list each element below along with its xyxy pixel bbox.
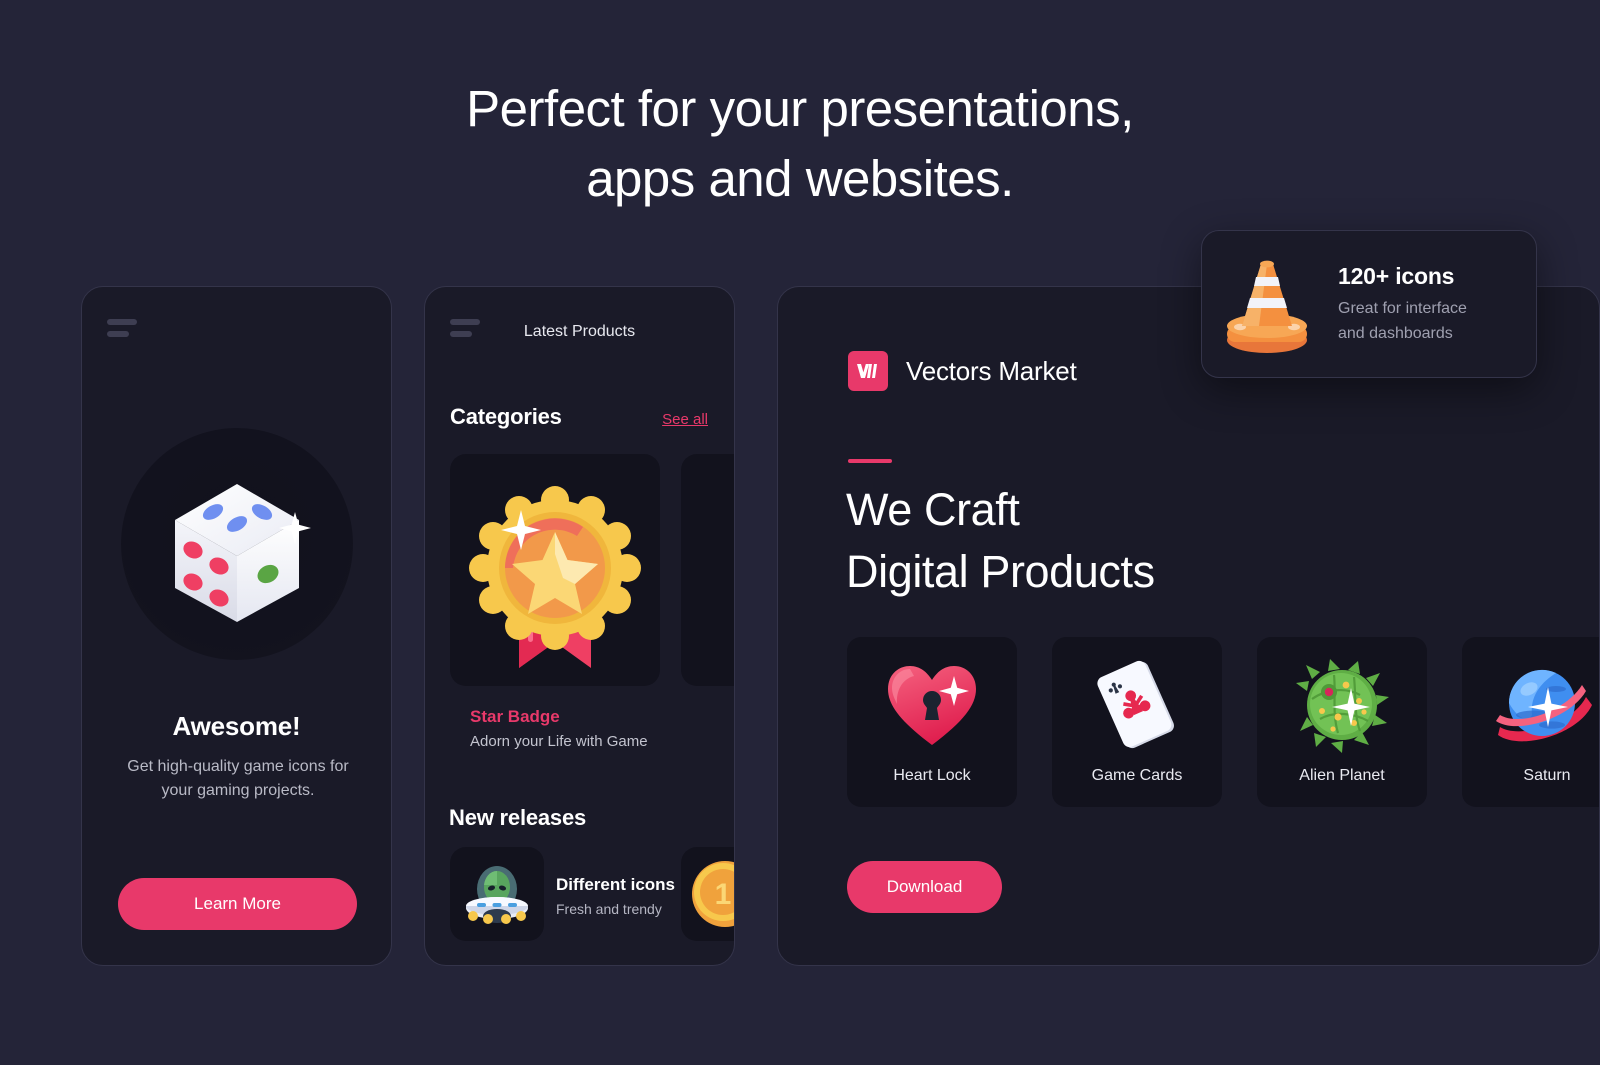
hamburger-icon[interactable]	[107, 319, 137, 337]
product-tile-alien-planet[interactable]: Alien Planet	[1257, 637, 1427, 807]
vectors-market-card: Vectors Market We Craft Digital Products	[777, 286, 1600, 966]
see-all-link[interactable]: See all	[662, 411, 708, 428]
page-title: Perfect for your presentations, apps and…	[0, 74, 1600, 214]
page-title-line-2: apps and websites.	[586, 150, 1014, 207]
icons-count-subtitle-line-1: Great for interface	[1338, 299, 1467, 317]
awesome-description: Get high-quality game icons for your gam…	[127, 758, 349, 799]
icons-count-text: 120+ icons Great for interface and dashb…	[1332, 263, 1467, 346]
saturn-icon	[1462, 655, 1599, 755]
icons-count-subtitle-line-2: and dashboards	[1338, 324, 1453, 342]
learn-more-button[interactable]: Learn More	[118, 878, 357, 930]
game-cards-icon	[1052, 655, 1222, 755]
vm-mark-icon	[857, 364, 877, 378]
product-tile-heart-lock[interactable]: Heart Lock	[847, 637, 1017, 807]
svg-text:1: 1	[715, 878, 732, 911]
release-subtitle: Fresh and trendy	[556, 901, 662, 917]
category-tile[interactable]	[681, 454, 734, 686]
market-heading: We Craft Digital Products	[846, 479, 1155, 603]
traffic-cone-icon	[1202, 252, 1332, 356]
heart-lock-icon	[847, 655, 1017, 755]
product-tile-game-cards[interactable]: Game Cards	[1052, 637, 1222, 807]
market-heading-line-1: We Craft	[846, 484, 1020, 535]
product-tile-label: Alien Planet	[1299, 767, 1385, 784]
download-button[interactable]: Download	[847, 861, 1002, 913]
dice-icon-backdrop	[120, 428, 353, 660]
product-tile-label: Saturn	[1523, 767, 1571, 784]
new-releases-heading: New releases	[449, 805, 587, 830]
page-title-line-1: Perfect for your presentations,	[466, 80, 1134, 137]
product-tile-label: Heart Lock	[893, 767, 971, 784]
accent-divider	[848, 459, 892, 463]
brand-name: Vectors Market	[906, 355, 1077, 386]
latest-products-header: Latest Products	[523, 323, 636, 340]
latest-products-card: Latest Products Categories See all Star …	[424, 286, 735, 966]
category-subtitle: Adorn your Life with Game	[470, 733, 648, 750]
ufo-alien-icon	[466, 866, 528, 924]
awesome-card: Awesome! Get high-quality game icons for…	[81, 286, 392, 966]
brand-row: Vectors Market	[848, 351, 1077, 391]
category-tile[interactable]	[450, 454, 660, 686]
release-title: Different icons	[556, 875, 676, 894]
page-root: Perfect for your presentations, apps and…	[0, 0, 1600, 1065]
category-name: Star Badge	[470, 707, 560, 726]
alien-planet-icon	[1257, 655, 1427, 755]
star-badge-icon	[469, 486, 641, 668]
icons-count-subtitle: Great for interface and dashboards	[1338, 296, 1467, 346]
vectors-market-logo	[848, 351, 888, 391]
product-tile-label: Game Cards	[1091, 767, 1183, 784]
dice-icon	[174, 484, 311, 622]
icons-count-title: 120+ icons	[1338, 262, 1455, 289]
release-thumbnail[interactable]	[450, 847, 544, 941]
market-heading-line-2: Digital Products	[846, 546, 1155, 597]
awesome-title: Awesome!	[172, 711, 301, 741]
release-thumbnail[interactable]: 1	[681, 847, 734, 941]
icons-count-card: 120+ icons Great for interface and dashb…	[1201, 230, 1537, 378]
product-tile-saturn[interactable]: Saturn	[1462, 637, 1599, 807]
categories-heading: Categories	[450, 404, 562, 429]
gold-coin-icon: 1	[692, 861, 734, 927]
